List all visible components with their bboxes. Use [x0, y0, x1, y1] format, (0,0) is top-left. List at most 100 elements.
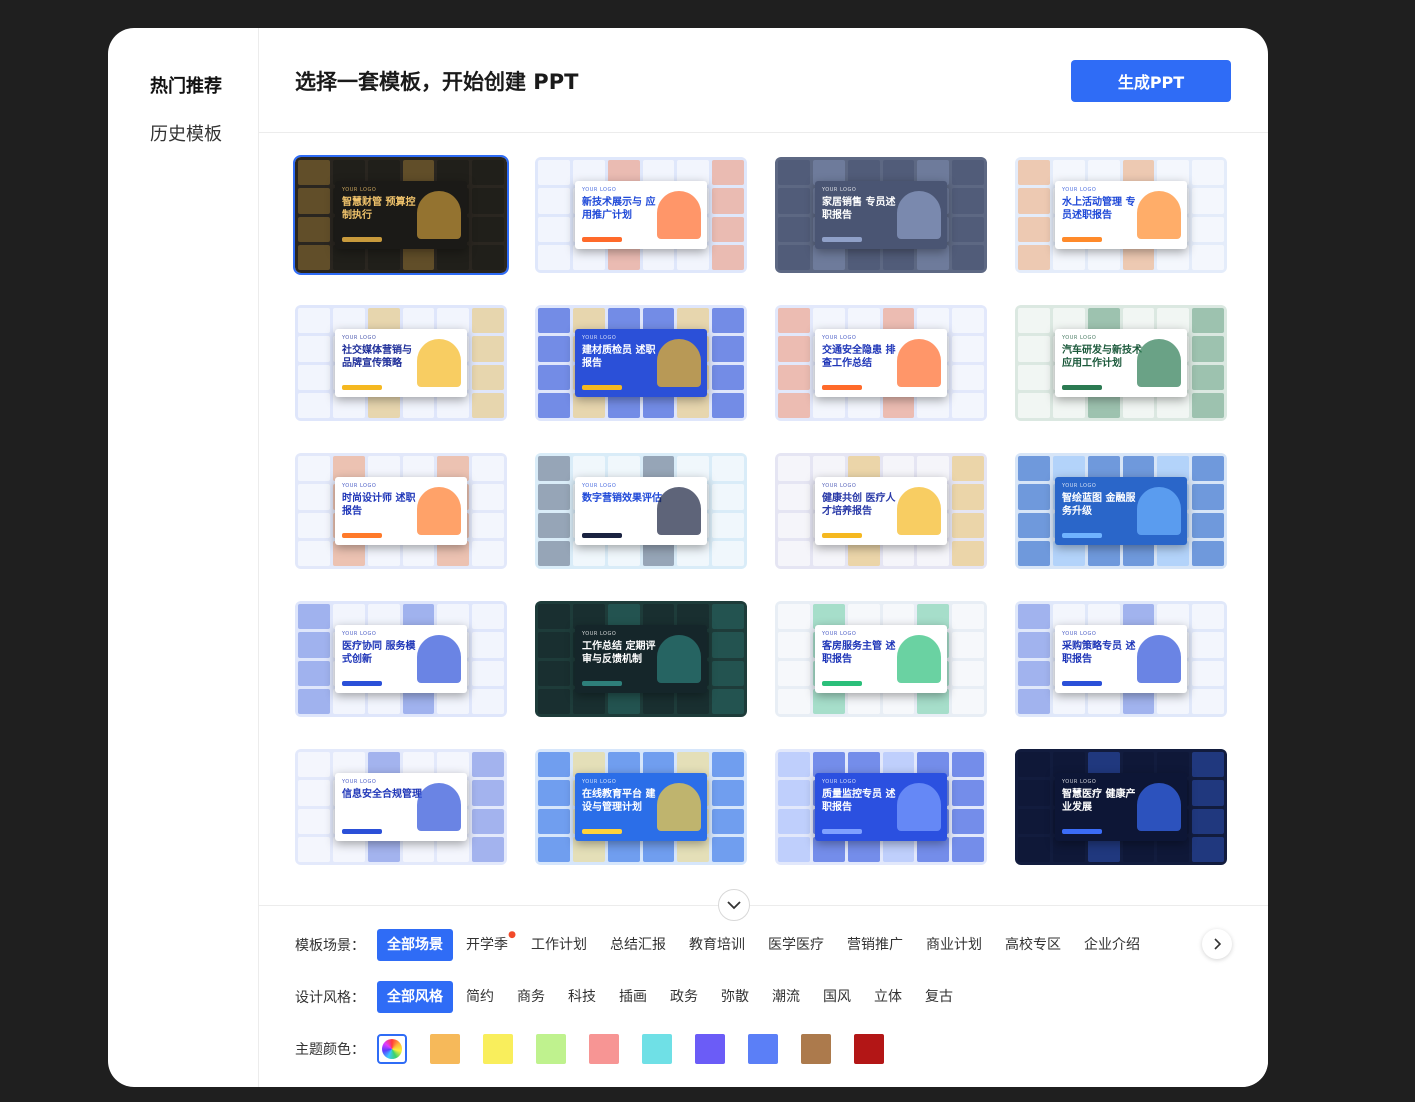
color-swatch[interactable]: [642, 1034, 672, 1064]
thumbnail-tile: [952, 808, 984, 834]
scene-chip[interactable]: 教育培训: [679, 929, 755, 961]
template-title: 智慧财管 预算控制执行: [342, 197, 416, 221]
thumbnail-tile: [1018, 160, 1050, 186]
color-swatch[interactable]: [748, 1034, 778, 1064]
template-card[interactable]: YOUR LOGO 汽车研发与新技术 应用工作计划: [1015, 305, 1227, 421]
thumbnail-tile: [778, 512, 810, 538]
thumbnail-tile: [472, 216, 504, 242]
sidebar: 热门推荐 历史模板: [108, 28, 259, 1087]
scene-chip[interactable]: 营销推广: [837, 929, 913, 961]
scene-chip[interactable]: 开学季 ●: [456, 929, 518, 961]
collapse-filters-button[interactable]: [718, 889, 750, 921]
template-card[interactable]: YOUR LOGO 信息安全合规管理: [295, 749, 507, 865]
sidebar-item-hot[interactable]: 热门推荐: [150, 72, 222, 98]
style-chip[interactable]: 潮流: [762, 981, 810, 1013]
scene-chip[interactable]: 企业介绍: [1074, 929, 1150, 961]
thumbnail-tile: [1192, 188, 1224, 214]
template-card[interactable]: YOUR LOGO 智慧财管 预算控制执行: [293, 155, 509, 275]
thumbnail-tile: [778, 836, 810, 862]
template-card[interactable]: YOUR LOGO 健康共创 医疗人才培养报告: [775, 453, 987, 569]
style-chip[interactable]: 全部风格: [377, 981, 453, 1013]
thumbnail-tile: [538, 160, 570, 186]
scene-chip[interactable]: 商业计划: [916, 929, 992, 961]
thumbnail-tile: [538, 364, 570, 390]
scene-chip[interactable]: 高校专区: [995, 929, 1071, 961]
color-filter-row: 主题颜色：: [295, 1034, 907, 1064]
template-info-bar: [582, 237, 622, 242]
style-chip[interactable]: 政务: [660, 981, 708, 1013]
scene-next-button[interactable]: [1202, 929, 1232, 959]
template-photo: [417, 339, 461, 387]
color-swatch[interactable]: [430, 1034, 460, 1064]
color-swatch[interactable]: [536, 1034, 566, 1064]
thumbnail-tile: [712, 244, 744, 270]
template-card[interactable]: YOUR LOGO 工作总结 定期评审与反馈机制: [535, 601, 747, 717]
scene-filter-label: 模板场景：: [295, 938, 365, 954]
template-card[interactable]: YOUR LOGO 建材质检员 述职报告: [535, 305, 747, 421]
color-swatch[interactable]: [854, 1034, 884, 1064]
thumbnail-tile: [538, 512, 570, 538]
template-card[interactable]: YOUR LOGO 质量监控专员 述职报告: [775, 749, 987, 865]
color-swatch[interactable]: [695, 1034, 725, 1064]
main-panel: 选择一套模板，开始创建 PPT 生成PPT YOUR LOGO 智慧财管 预算控制…: [259, 28, 1268, 1087]
thumbnail-tile: [712, 604, 744, 630]
style-chip[interactable]: 国风: [813, 981, 861, 1013]
thumbnail-tile: [472, 308, 504, 334]
style-chip[interactable]: 商务: [507, 981, 555, 1013]
template-cover: YOUR LOGO 新技术展示与 应用推广计划: [575, 181, 707, 249]
template-card[interactable]: YOUR LOGO 交通安全隐患 排查工作总结: [775, 305, 987, 421]
style-chip[interactable]: 插画: [609, 981, 657, 1013]
template-cover: YOUR LOGO 社交媒体营销与 品牌宣传策略: [335, 329, 467, 397]
style-chip[interactable]: 立体: [864, 981, 912, 1013]
style-chip[interactable]: 复古: [915, 981, 963, 1013]
template-card[interactable]: YOUR LOGO 医疗协同 服务模式创新: [295, 601, 507, 717]
template-card[interactable]: YOUR LOGO 社交媒体营销与 品牌宣传策略: [295, 305, 507, 421]
template-grid: YOUR LOGO 智慧财管 预算控制执行 YOUR LOGO 新技术展示与 应用推广…: [293, 155, 1227, 865]
template-card[interactable]: YOUR LOGO 客房服务主管 述职报告: [775, 601, 987, 717]
thumbnail-tile: [1192, 244, 1224, 270]
style-chip[interactable]: 弥散: [711, 981, 759, 1013]
thumbnail-tile: [1192, 604, 1224, 630]
scene-chip[interactable]: 全部场景: [377, 929, 453, 961]
template-photo: [1137, 487, 1181, 535]
template-card[interactable]: YOUR LOGO 水上活动管理 专员述职报告: [1015, 157, 1227, 273]
template-info-bar: [342, 829, 382, 834]
sidebar-item-history[interactable]: 历史模板: [150, 120, 222, 146]
scene-chip[interactable]: 工作计划: [521, 929, 597, 961]
template-photo: [417, 487, 461, 535]
color-swatch[interactable]: [483, 1034, 513, 1064]
thumbnail-tile: [298, 512, 330, 538]
thumbnail-tile: [298, 392, 330, 418]
template-card[interactable]: YOUR LOGO 数字营销效果评估: [535, 453, 747, 569]
template-card[interactable]: YOUR LOGO 家居销售 专员述职报告: [775, 157, 987, 273]
template-info-bar: [1062, 237, 1102, 242]
thumbnail-tile: [712, 484, 744, 510]
template-title: 家居销售 专员述职报告: [822, 197, 896, 221]
style-chip[interactable]: 简约: [456, 981, 504, 1013]
template-card[interactable]: YOUR LOGO 时尚设计师 述职报告: [295, 453, 507, 569]
generate-ppt-button[interactable]: 生成PPT: [1071, 60, 1231, 102]
scene-chip[interactable]: 医学医疗: [758, 929, 834, 961]
color-swatch[interactable]: [801, 1034, 831, 1064]
thumbnail-tile: [298, 188, 330, 214]
template-card[interactable]: YOUR LOGO 智慧医疗 健康产业发展: [1015, 749, 1227, 865]
template-grid-scroll[interactable]: YOUR LOGO 智慧财管 预算控制执行 YOUR LOGO 新技术展示与 应用推广…: [259, 134, 1268, 905]
scene-chip[interactable]: 总结汇报: [600, 929, 676, 961]
template-card[interactable]: YOUR LOGO 新技术展示与 应用推广计划: [535, 157, 747, 273]
thumbnail-tile: [712, 160, 744, 186]
template-cover: YOUR LOGO 在线教育平台 建设与管理计划: [575, 773, 707, 841]
thumbnail-tile: [952, 308, 984, 334]
thumbnail-tile: [778, 336, 810, 362]
template-info-bar: [1062, 681, 1102, 686]
thumbnail-tile: [472, 780, 504, 806]
template-card[interactable]: YOUR LOGO 在线教育平台 建设与管理计划: [535, 749, 747, 865]
thumbnail-tile: [1192, 336, 1224, 362]
color-swatch-all[interactable]: [377, 1034, 407, 1064]
thumbnail-tile: [1192, 512, 1224, 538]
template-card[interactable]: YOUR LOGO 智绘蓝图 金融服务升级: [1015, 453, 1227, 569]
thumbnail-tile: [952, 688, 984, 714]
style-chip[interactable]: 科技: [558, 981, 606, 1013]
color-swatch[interactable]: [589, 1034, 619, 1064]
template-card[interactable]: YOUR LOGO 采购策略专员 述职报告: [1015, 601, 1227, 717]
thumbnail-tile: [472, 660, 504, 686]
